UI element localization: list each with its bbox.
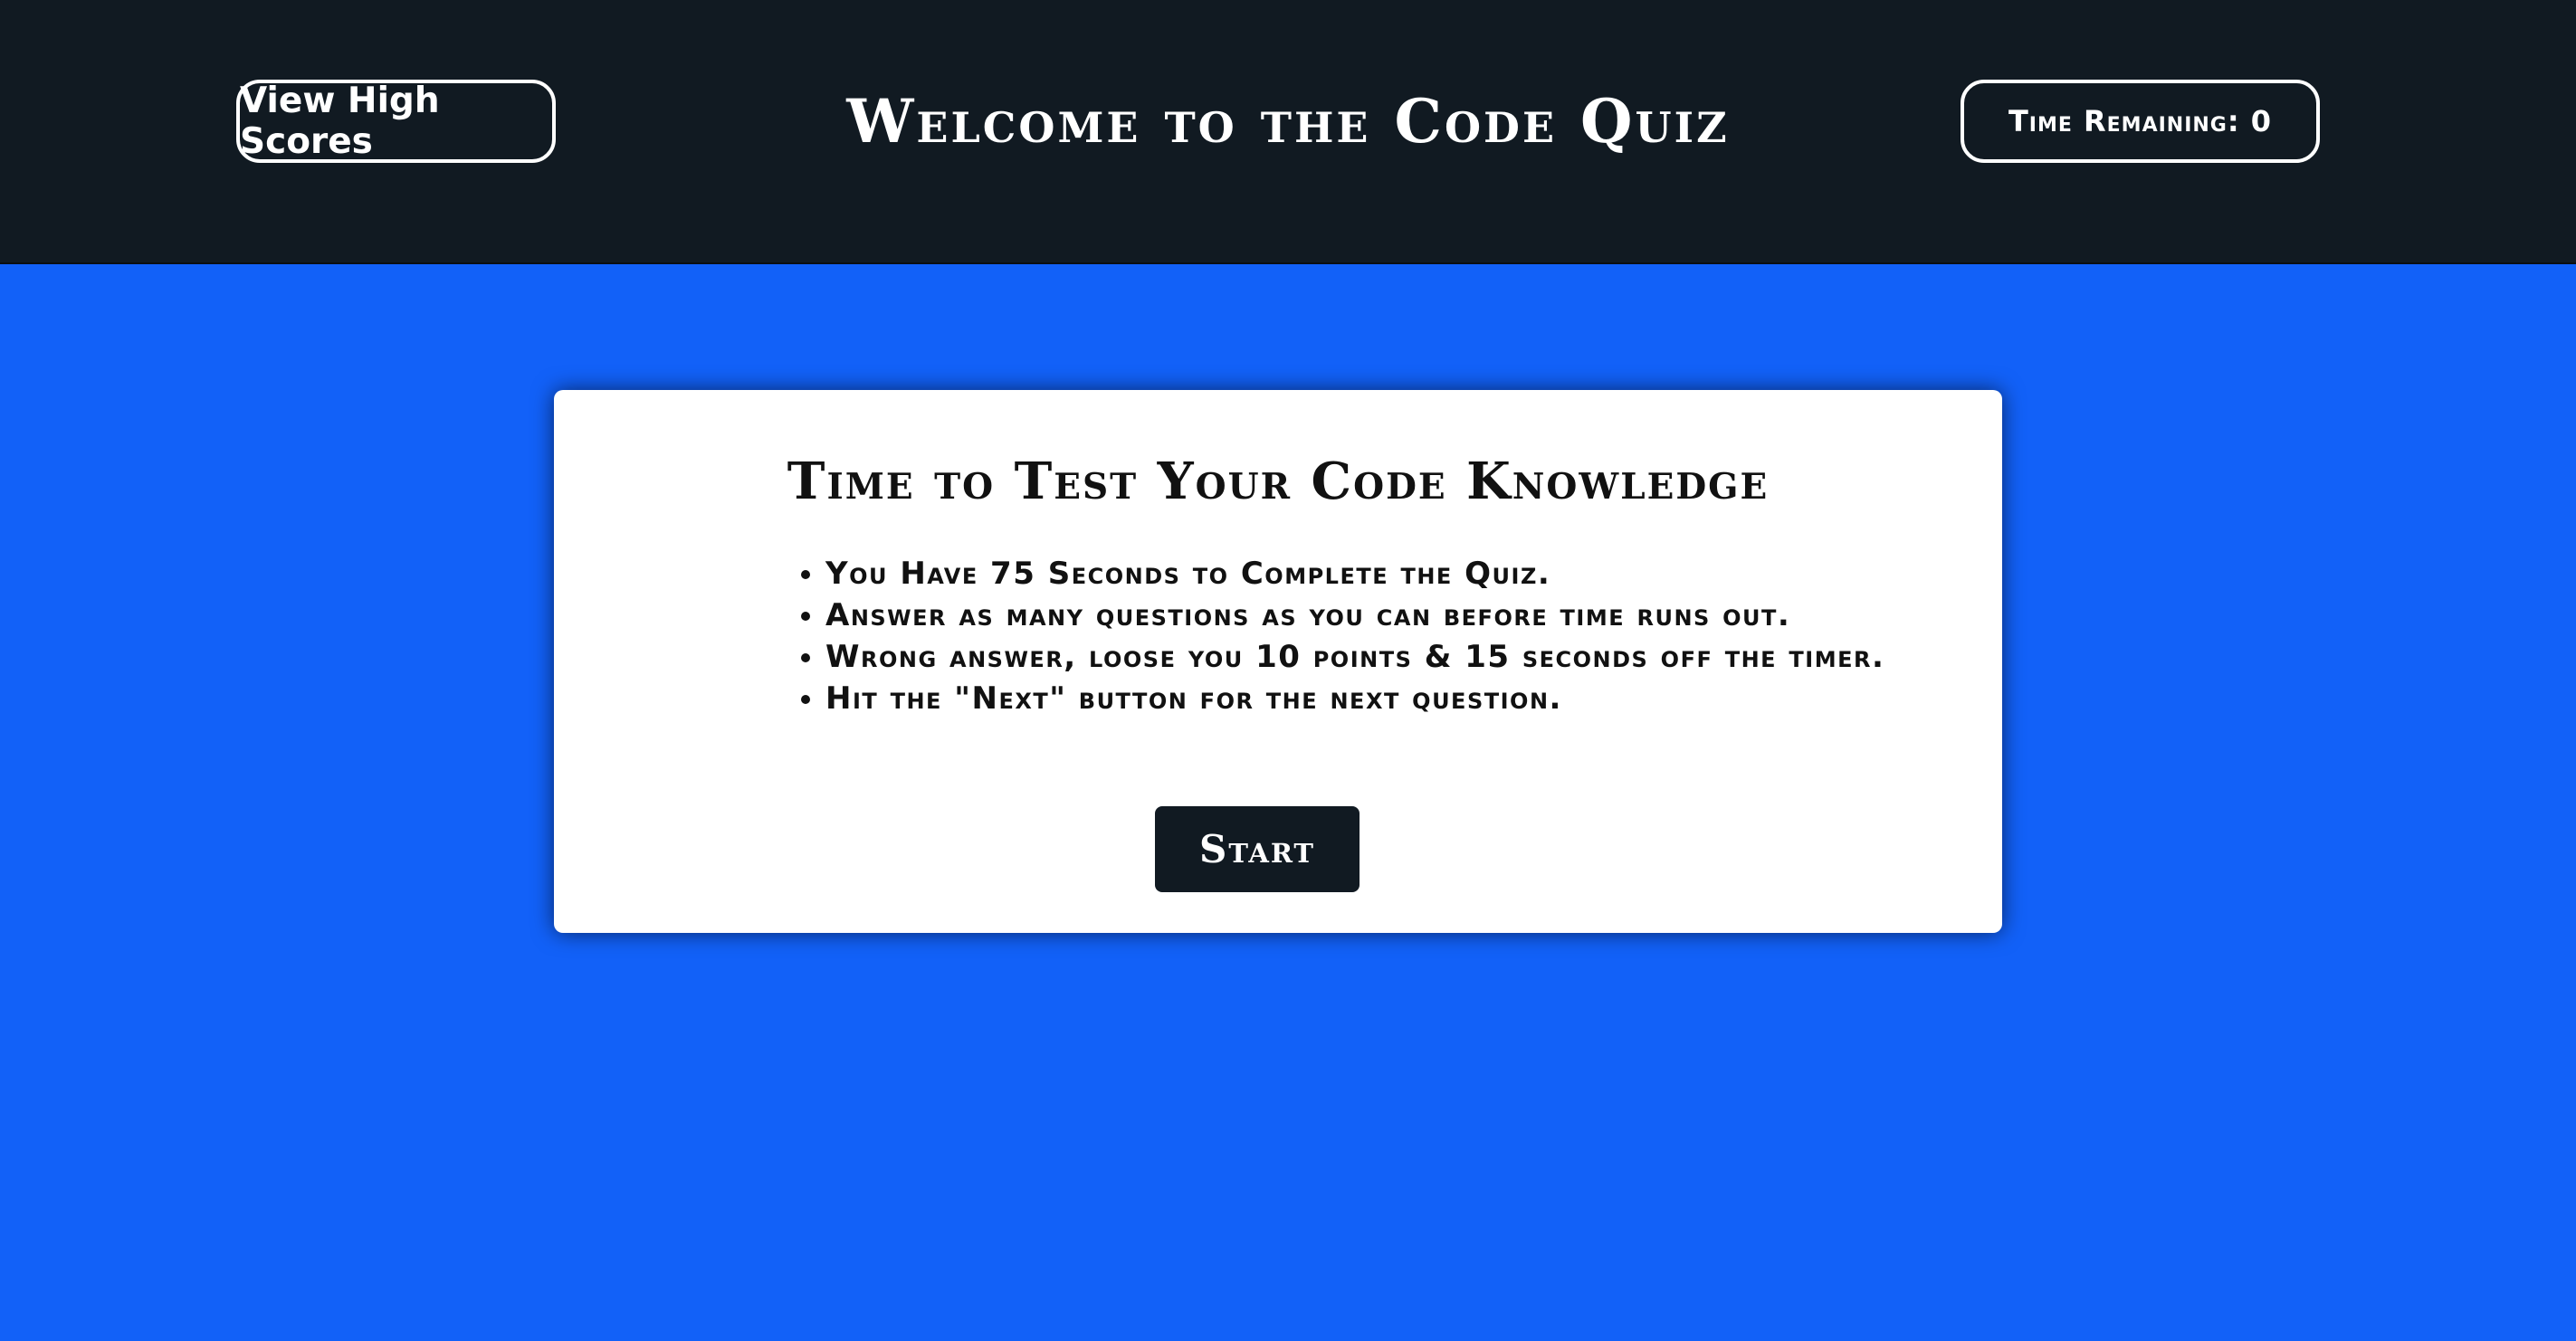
time-remaining-display: Time Remaining: 0: [1961, 80, 2320, 163]
rule-item: Wrong answer, loose you 10 points & 15 s…: [825, 636, 1884, 678]
header-bar: View High Scores Welcome to the Code Qui…: [0, 0, 2576, 264]
rules-list: You Have 75 Seconds to Complete the Quiz…: [798, 553, 1884, 719]
rule-item: Hit the "Next" button for the next quest…: [825, 678, 1884, 719]
rule-item: Answer as many questions as you can befo…: [825, 594, 1884, 636]
quiz-intro-card: Time to Test Your Code Knowledge You Hav…: [554, 390, 2002, 933]
start-button[interactable]: Start: [1155, 806, 1360, 892]
card-title: Time to Test Your Code Knowledge: [787, 452, 1770, 511]
rule-item: You Have 75 Seconds to Complete the Quiz…: [825, 553, 1884, 594]
